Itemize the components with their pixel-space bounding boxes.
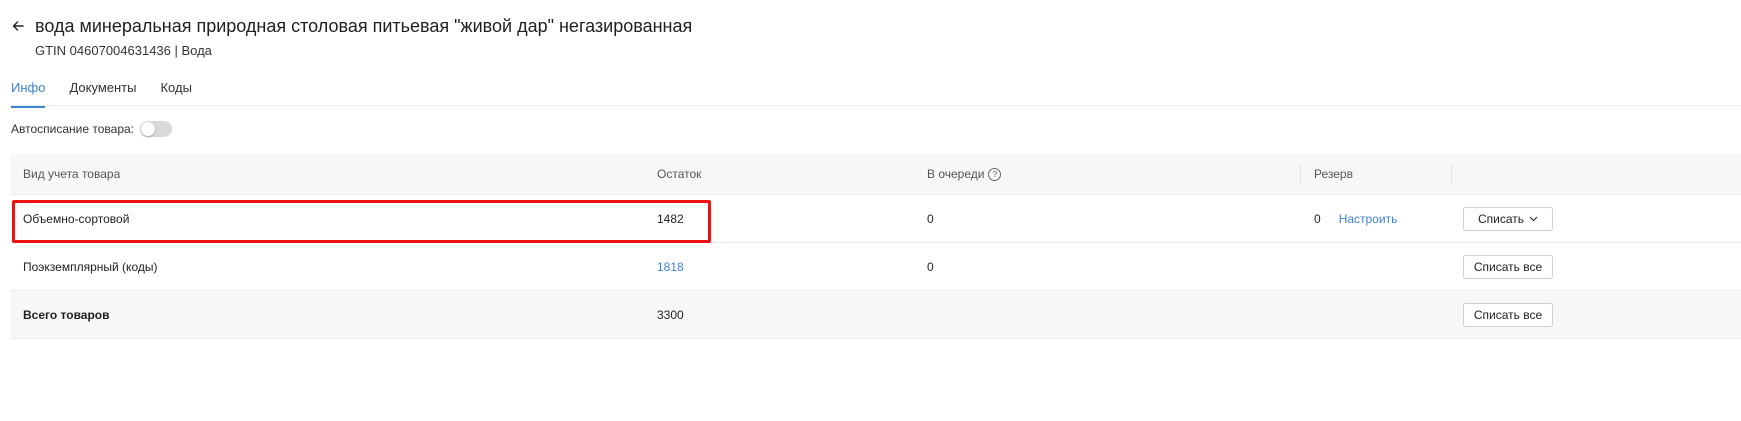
row-action: Списать xyxy=(1463,195,1553,242)
row-type: Объемно-сортовой xyxy=(23,211,130,226)
header-balance: Остаток xyxy=(657,167,702,181)
total-balance: 3300 xyxy=(657,307,684,322)
autowriteoff-toggle[interactable] xyxy=(140,121,172,137)
tabs: Инфо Документы Коды xyxy=(11,80,192,108)
row-action: Списать все xyxy=(1463,243,1553,290)
chevron-down-icon xyxy=(1529,216,1538,221)
table-row: Объемно-сортовой 1482 0 0 Настроить Спис… xyxy=(11,195,1741,243)
header-type: Вид учета товара xyxy=(23,167,121,181)
stock-table: Вид учета товара Остаток В очереди ? Рез… xyxy=(11,154,1741,339)
total-label: Всего товаров xyxy=(23,307,110,322)
table-total-row: Всего товаров 3300 Списать все xyxy=(11,291,1741,339)
row-queue: 0 xyxy=(927,259,934,274)
product-gtin: GTIN 04607004631436 | Вода xyxy=(35,43,212,58)
reserve-value: 0 xyxy=(1314,211,1321,226)
header-queue-label: В очереди xyxy=(927,167,985,181)
row-reserve: 0 Настроить xyxy=(1314,195,1397,242)
back-button[interactable] xyxy=(11,16,25,36)
column-separator xyxy=(1451,164,1452,184)
question-circle-icon[interactable]: ? xyxy=(988,167,1002,181)
page-title: вода минеральная природная столовая пить… xyxy=(35,16,693,36)
row-queue: 0 xyxy=(927,211,934,226)
header-reserve: Резерв xyxy=(1314,167,1353,181)
autowriteoff-label: Автосписание товара: xyxy=(11,122,134,136)
column-separator xyxy=(1300,164,1301,184)
tabs-divider xyxy=(11,105,1741,106)
writeoff-button-label: Списать xyxy=(1477,211,1525,226)
arrow-left-icon xyxy=(12,21,24,31)
tab-codes[interactable]: Коды xyxy=(160,80,191,108)
writeoff-all-button[interactable]: Списать все xyxy=(1463,254,1553,279)
tab-info[interactable]: Инфо xyxy=(11,80,46,108)
tab-documents[interactable]: Документы xyxy=(69,80,136,108)
header-queue: В очереди ? xyxy=(927,154,1002,194)
table-header: Вид учета товара Остаток В очереди ? Рез… xyxy=(11,154,1741,195)
toggle-knob xyxy=(141,122,155,136)
row-balance: 1482 xyxy=(657,211,684,226)
configure-reserve-link[interactable]: Настроить xyxy=(1339,212,1398,226)
autowriteoff-setting: Автосписание товара: xyxy=(11,121,172,137)
writeoff-all-total-button[interactable]: Списать все xyxy=(1463,302,1553,327)
row-type: Поэкземплярный (коды) xyxy=(23,259,158,274)
row-action: Списать все xyxy=(1463,291,1553,338)
table-row: Поэкземплярный (коды) 1818 0 Списать все xyxy=(11,243,1741,291)
row-balance-link[interactable]: 1818 xyxy=(657,243,684,290)
writeoff-dropdown-button[interactable]: Списать xyxy=(1463,206,1553,231)
page: вода минеральная природная столовая пить… xyxy=(0,0,1741,421)
